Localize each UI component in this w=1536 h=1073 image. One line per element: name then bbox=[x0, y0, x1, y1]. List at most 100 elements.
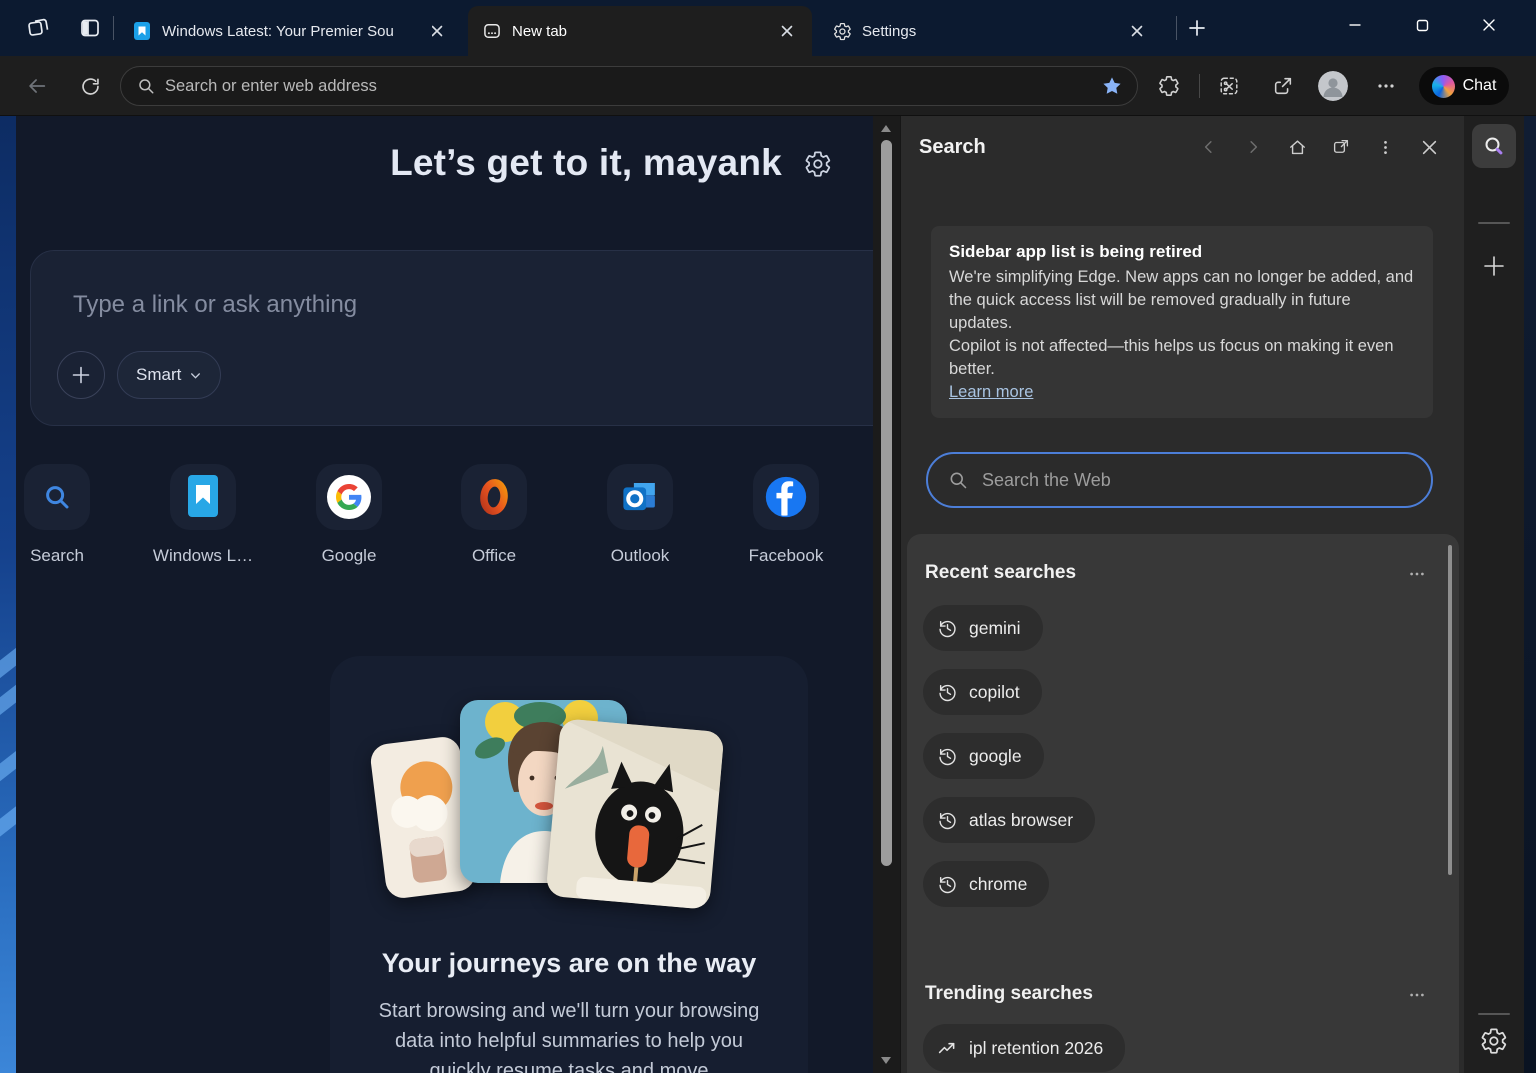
notice-body-2: Copilot is not affected—this helps us fo… bbox=[949, 335, 1415, 381]
tabbar-divider bbox=[113, 16, 114, 40]
favorites-star-icon[interactable] bbox=[1097, 71, 1127, 101]
tab-title: New tab bbox=[512, 23, 766, 40]
close-window-button close-icon[interactable] bbox=[1466, 0, 1512, 50]
quick-link-office[interactable]: Office bbox=[421, 464, 567, 566]
history-icon bbox=[937, 874, 958, 895]
quick-link-google[interactable]: Google bbox=[276, 464, 422, 566]
google-tile-icon bbox=[316, 464, 382, 530]
sidebar-rail bbox=[1464, 116, 1524, 1073]
tab-close-icon[interactable] bbox=[1124, 18, 1150, 44]
sidebar-close-icon close-icon[interactable] bbox=[1412, 130, 1446, 164]
recent-search-pill[interactable]: gemini bbox=[923, 605, 1043, 651]
trending-search-pill[interactable]: ipl retention 2026 bbox=[923, 1024, 1125, 1072]
web-search-input[interactable] bbox=[982, 470, 1411, 491]
search-icon bbox=[137, 77, 155, 95]
recent-search-pill[interactable]: atlas browser bbox=[923, 797, 1095, 843]
quick-link-facebook[interactable]: Facebook bbox=[713, 464, 859, 566]
browser-window: Windows Latest: Your Premier Sou New tab… bbox=[0, 0, 1536, 1073]
search-tile-icon bbox=[24, 464, 90, 530]
rail-search-button[interactable] bbox=[1472, 124, 1516, 168]
address-bar[interactable] bbox=[120, 66, 1138, 106]
quick-link-outlook[interactable]: Outlook bbox=[567, 464, 713, 566]
refresh-button refresh-icon[interactable] bbox=[74, 70, 106, 102]
recent-search-label: copilot bbox=[969, 682, 1020, 703]
greeting-title: Let’s get to it, mayank bbox=[16, 142, 873, 184]
page-settings-gear-icon[interactable] bbox=[804, 150, 834, 180]
share-icon[interactable] bbox=[1267, 70, 1299, 102]
search-icon bbox=[1482, 134, 1506, 158]
omnibox-search-card[interactable]: Type a link or ask anything Smart bbox=[30, 250, 873, 426]
tab-new-tab[interactable]: New tab bbox=[468, 6, 812, 56]
scroll-up-arrow[interactable] bbox=[881, 125, 891, 132]
back-button back-arrow-icon[interactable] bbox=[21, 70, 53, 102]
scroll-down-arrow[interactable] bbox=[881, 1057, 891, 1064]
quick-link-label: Google bbox=[276, 546, 422, 566]
history-icon bbox=[937, 810, 958, 831]
trending-searches-title: Trending searches bbox=[925, 983, 1093, 1005]
sidebar-title: Search bbox=[919, 136, 986, 159]
main-scrollbar[interactable] bbox=[873, 116, 900, 1073]
quick-link-label: Office bbox=[421, 546, 567, 566]
tab-title: Windows Latest: Your Premier Sou bbox=[162, 23, 416, 40]
recent-searches-more-icon kebab-horizontal-icon[interactable] bbox=[1403, 564, 1431, 584]
quick-link-search[interactable]: Search bbox=[16, 464, 130, 566]
tab-close-icon[interactable] bbox=[774, 18, 800, 44]
sidebar-more-icon kebab-vertical-icon[interactable] bbox=[1368, 130, 1402, 164]
new-tab-page: Let’s get to it, mayank Type a link or a… bbox=[16, 116, 873, 1073]
trending-searches-more-icon kebab-horizontal-icon[interactable] bbox=[1403, 985, 1431, 1005]
outlook-tile-icon bbox=[607, 464, 673, 530]
sidebar-scrollbar-thumb[interactable] bbox=[1448, 545, 1452, 875]
address-input[interactable] bbox=[165, 77, 1097, 96]
tab-windows-latest[interactable]: Windows Latest: Your Premier Sou bbox=[118, 6, 462, 56]
extensions-icon[interactable] bbox=[1153, 70, 1185, 102]
minimize-button[interactable] bbox=[1332, 0, 1378, 50]
sidebar-forward-icon chevron-right-icon[interactable] bbox=[1236, 130, 1270, 164]
windows-latest-tile-icon bbox=[170, 464, 236, 530]
scrollbar-thumb[interactable] bbox=[881, 140, 892, 866]
web-search-box[interactable] bbox=[926, 452, 1433, 508]
copilot-chat-button[interactable]: Chat bbox=[1419, 67, 1509, 105]
journeys-card: Your journeys are on the way Start brows… bbox=[330, 656, 808, 1073]
notice-title: Sidebar app list is being retired bbox=[949, 242, 1415, 262]
facebook-tile-icon bbox=[753, 464, 819, 530]
new-tab-button plus-icon[interactable] bbox=[1182, 13, 1212, 43]
tab-close-icon[interactable] bbox=[424, 18, 450, 44]
recent-search-pill[interactable]: copilot bbox=[923, 669, 1042, 715]
sidebar-header: Search bbox=[901, 116, 1464, 178]
history-icon bbox=[937, 746, 958, 767]
sidebar-open-in-new-icon[interactable] bbox=[1324, 130, 1358, 164]
rail-divider bbox=[1478, 222, 1510, 224]
recent-search-pill[interactable]: google bbox=[923, 733, 1044, 779]
smart-mode-dropdown[interactable]: Smart bbox=[117, 351, 221, 399]
sidebar-home-icon[interactable] bbox=[1280, 130, 1314, 164]
rail-divider bbox=[1478, 1013, 1510, 1015]
recent-search-label: chrome bbox=[969, 874, 1027, 895]
web-capture-icon[interactable] bbox=[1213, 70, 1245, 102]
workspaces-icon[interactable] bbox=[24, 14, 52, 42]
copilot-logo-icon bbox=[1432, 75, 1455, 98]
windows-latest-favicon bbox=[132, 21, 152, 41]
recent-search-label: gemini bbox=[969, 618, 1021, 639]
rail-settings-gear-icon[interactable] bbox=[1480, 1027, 1508, 1055]
maximize-button[interactable] bbox=[1399, 0, 1445, 50]
learn-more-link[interactable]: Learn more bbox=[949, 383, 1033, 402]
navigation-bar: Chat bbox=[0, 56, 1536, 116]
journeys-body: Start browsing and we'll turn your brows… bbox=[364, 996, 774, 1073]
rail-add-button plus-icon[interactable] bbox=[1482, 254, 1506, 278]
history-icon bbox=[937, 682, 958, 703]
profile-avatar[interactable] bbox=[1318, 71, 1348, 101]
more-options-icon kebab-horizontal-icon[interactable] bbox=[1370, 70, 1402, 102]
search-suggestions-card: Recent searches gemini copilot google at… bbox=[907, 534, 1459, 1073]
omnibox-placeholder[interactable]: Type a link or ask anything bbox=[73, 291, 357, 319]
settings-favicon gear-icon bbox=[832, 21, 852, 41]
trending-search-label: ipl retention 2026 bbox=[969, 1038, 1103, 1059]
sidebar-back-icon chevron-left-icon[interactable] bbox=[1192, 130, 1226, 164]
recent-search-pill[interactable]: chrome bbox=[923, 861, 1049, 907]
tab-settings[interactable]: Settings bbox=[818, 6, 1162, 56]
tab-actions-icon[interactable] bbox=[76, 14, 104, 42]
desktop-wallpaper-strip bbox=[0, 116, 16, 1073]
quick-link-windows-latest[interactable]: Windows L… bbox=[130, 464, 276, 566]
chevron-down-icon bbox=[189, 369, 202, 382]
omnibox-add-button plus-icon[interactable] bbox=[57, 351, 105, 399]
journeys-illustration bbox=[330, 700, 808, 910]
